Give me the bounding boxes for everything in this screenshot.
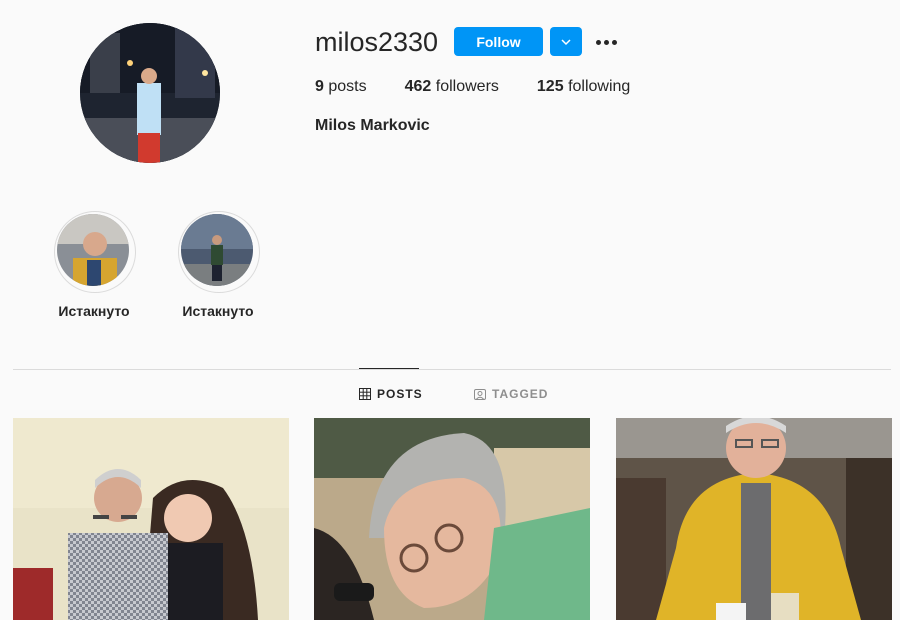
highlight-cover (57, 214, 129, 286)
highlight-ring (178, 211, 260, 293)
post-thumbnail[interactable] (13, 418, 289, 620)
followers-stat[interactable]: 462 followers (405, 78, 499, 96)
story-highlight[interactable]: Истакнуто (178, 211, 260, 319)
posts-label: posts (328, 78, 367, 95)
profile-avatar[interactable] (80, 23, 220, 163)
active-tab-indicator (359, 368, 419, 369)
post-thumbnail[interactable] (616, 418, 892, 620)
tab-posts-label: POSTS (377, 387, 423, 401)
tabs-divider (13, 369, 891, 370)
grid-icon (359, 388, 371, 400)
more-dot-icon (595, 39, 601, 45)
followers-label: followers (435, 78, 499, 95)
suggested-accounts-button[interactable] (550, 27, 582, 56)
follow-button[interactable]: Follow (454, 27, 543, 56)
posts-count: 9 (315, 78, 324, 95)
story-highlight[interactable]: Истакнуто (54, 211, 136, 319)
more-options-button[interactable] (592, 30, 620, 54)
followers-count: 462 (404, 78, 432, 95)
following-stat[interactable]: 125 following (537, 78, 630, 96)
following-count: 125 (536, 78, 564, 95)
tab-posts[interactable]: POSTS (359, 387, 423, 401)
more-dot-icon (611, 39, 617, 45)
tagged-icon (474, 389, 486, 400)
tab-tagged[interactable]: TAGGED (474, 387, 548, 401)
profile-username: milos2330 (315, 27, 439, 57)
profile-stats: 9 posts 462 followers 125 following (315, 78, 668, 96)
more-dot-icon (603, 39, 609, 45)
chevron-down-icon (561, 38, 571, 45)
highlight-label: Истакнуто (58, 303, 130, 319)
highlight-label: Истакнуто (182, 303, 254, 319)
posts-stat: 9 posts (315, 78, 367, 96)
highlight-ring (54, 211, 136, 293)
tab-tagged-label: TAGGED (492, 387, 549, 401)
post-thumbnail[interactable] (314, 418, 590, 620)
profile-full-name: Milos Markovic (315, 117, 430, 134)
highlight-cover (181, 214, 253, 286)
following-label: following (568, 78, 631, 95)
